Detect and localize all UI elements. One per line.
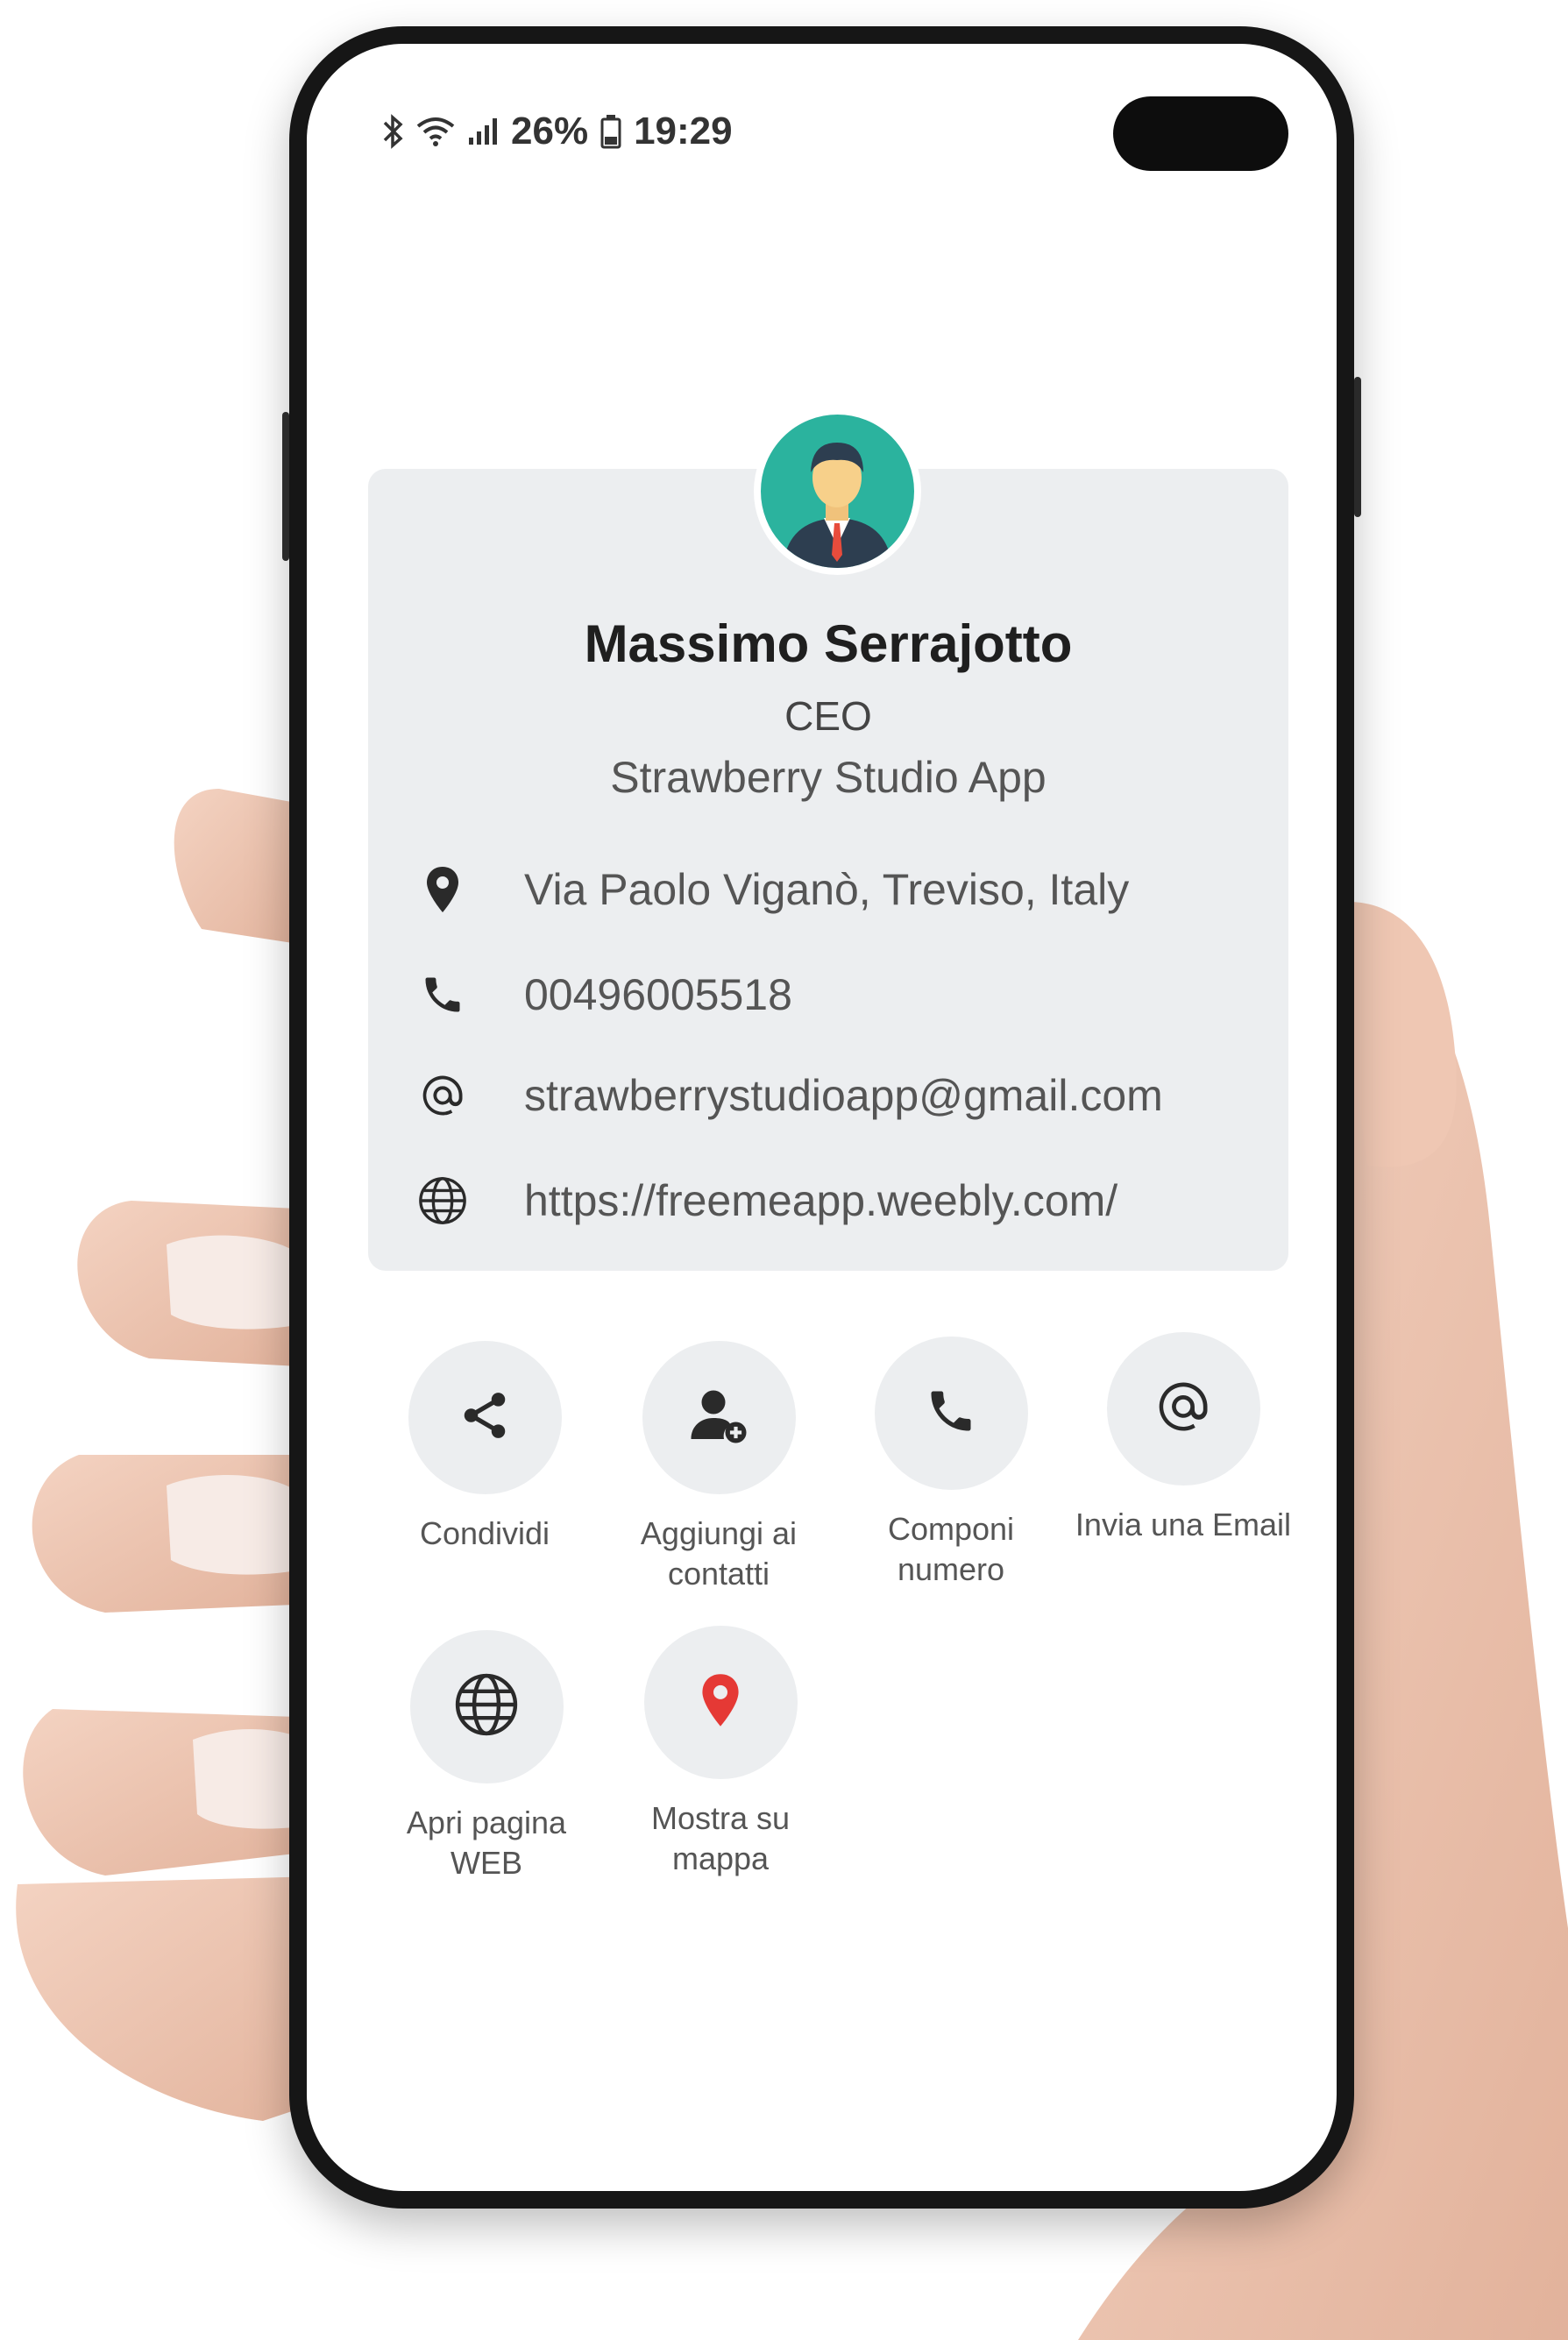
website-row[interactable]: https://freemeapp.weebly.com/ bbox=[412, 1166, 1271, 1236]
map-label: Mostra su mappa bbox=[650, 1800, 791, 1876]
email-action[interactable]: Invia una Email bbox=[1069, 1332, 1297, 1545]
front-camera bbox=[1113, 96, 1288, 171]
add-contact-label: Aggiungi ai contatti bbox=[640, 1515, 798, 1592]
phone-icon bbox=[925, 1385, 977, 1442]
power-button bbox=[1354, 377, 1361, 517]
contact-name: Massimo Serrajotto bbox=[584, 614, 1073, 673]
email-label: Invia una Email bbox=[1075, 1507, 1292, 1542]
location-pin-icon bbox=[412, 859, 473, 920]
phone-row[interactable]: 00496005518 bbox=[412, 960, 1271, 1030]
address-text: Via Paolo Viganò, Treviso, Italy bbox=[524, 865, 1130, 914]
email-row[interactable]: strawberrystudioapp@gmail.com bbox=[412, 1060, 1271, 1131]
add-contact-button[interactable] bbox=[642, 1341, 796, 1494]
share-icon bbox=[458, 1388, 512, 1447]
at-icon bbox=[1154, 1378, 1212, 1440]
call-label: Componi numero bbox=[887, 1511, 1015, 1587]
web-action[interactable]: Apri pagina WEB bbox=[372, 1630, 600, 1883]
screen: 26% 19:29 Massimo Serrajotto CEO Strawbe… bbox=[307, 44, 1337, 2191]
add-contact-icon bbox=[687, 1384, 750, 1451]
phone-text: 00496005518 bbox=[524, 970, 792, 1019]
globe-icon bbox=[412, 1170, 473, 1231]
share-label: Condividi bbox=[419, 1515, 550, 1551]
email-text: strawberrystudioapp@gmail.com bbox=[524, 1071, 1163, 1120]
at-icon bbox=[412, 1065, 473, 1126]
contact-role: CEO bbox=[784, 693, 872, 739]
web-button[interactable] bbox=[409, 1630, 564, 1783]
phone-icon bbox=[412, 964, 473, 1025]
battery-percent: 26% bbox=[511, 110, 589, 152]
share-button[interactable] bbox=[408, 1341, 562, 1494]
share-action[interactable]: Condividi bbox=[371, 1341, 599, 1554]
person-icon bbox=[783, 443, 892, 568]
map-pin-icon bbox=[700, 1672, 741, 1733]
website-text: https://freemeapp.weebly.com/ bbox=[524, 1176, 1118, 1225]
call-action[interactable]: Componi numero bbox=[837, 1337, 1065, 1590]
web-label: Apri pagina WEB bbox=[406, 1805, 567, 1881]
add-contact-action[interactable]: Aggiungi ai contatti bbox=[605, 1341, 833, 1594]
status-bar: 26% 19:29 bbox=[381, 105, 733, 158]
phone-frame: 26% 19:29 Massimo Serrajotto CEO Strawbe… bbox=[282, 26, 1361, 2209]
side-button bbox=[282, 412, 289, 561]
wifi-icon bbox=[416, 116, 455, 147]
signal-icon bbox=[467, 117, 499, 146]
avatar bbox=[754, 408, 921, 575]
email-button[interactable] bbox=[1106, 1332, 1260, 1486]
map-action[interactable]: Mostra su mappa bbox=[607, 1626, 834, 1879]
call-button[interactable] bbox=[874, 1337, 1028, 1490]
clock: 19:29 bbox=[634, 110, 733, 152]
globe-icon bbox=[453, 1671, 520, 1742]
battery-icon bbox=[600, 114, 621, 149]
address-row[interactable]: Via Paolo Viganò, Treviso, Italy bbox=[412, 854, 1271, 925]
contact-company: Strawberry Studio App bbox=[610, 753, 1047, 802]
bluetooth-icon bbox=[381, 114, 404, 149]
map-button[interactable] bbox=[643, 1626, 798, 1779]
